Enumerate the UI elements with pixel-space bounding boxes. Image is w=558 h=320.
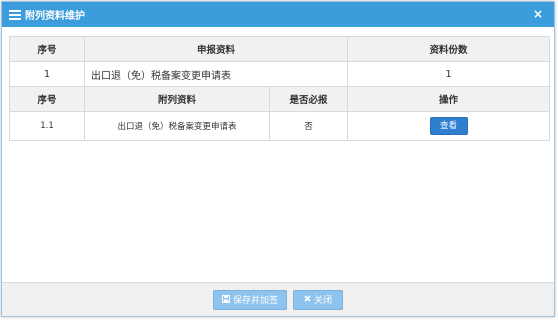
main-header-row: 序号 申报资料 资料份数 <box>9 36 551 62</box>
row-copies: 1 <box>347 61 551 87</box>
table-row: 1.1 出口退（免）税备案变更申请表 否 查看 <box>9 111 551 141</box>
row-index: 1 <box>9 61 85 87</box>
sub-row-action: 查看 <box>347 111 551 141</box>
subheader-index: 序号 <box>9 86 85 112</box>
header-declaration: 申报资料 <box>83 36 349 62</box>
dialog-titlebar: 附列资料维护 × <box>2 2 554 27</box>
subheader-required: 是否必报 <box>268 86 349 112</box>
subheader-action: 操作 <box>347 86 551 112</box>
subheader-attachment: 附列资料 <box>84 86 270 112</box>
sub-row-attachment-name: 出口退（免）税备案变更申请表 <box>84 111 270 141</box>
close-button[interactable]: 关闭 <box>293 289 343 310</box>
sub-row-required: 否 <box>268 111 349 141</box>
attachment-table: 序号 申报资料 资料份数 1 出口退（免）税备案变更申请表 1 序号 附列资料 … <box>9 36 551 141</box>
save-icon <box>221 294 230 305</box>
close-icon[interactable]: × <box>531 7 545 21</box>
content-area: 序号 申报资料 资料份数 1 出口退（免）税备案变更申请表 1 序号 附列资料 … <box>9 36 551 141</box>
header-index: 序号 <box>9 36 85 62</box>
save-and-sign-button[interactable]: 保存并加签 <box>213 289 287 310</box>
dialog-title: 附列资料维护 <box>25 11 85 22</box>
close-button-label: 关闭 <box>313 296 332 306</box>
row-declaration-name: 出口退（免）税备案变更申请表 <box>83 61 349 87</box>
dialog-footer: 保存并加签 关闭 <box>2 282 554 316</box>
close-icon <box>304 295 311 304</box>
dialog: 附列资料维护 × 序号 申报资料 资料份数 1 出口退（免）税备案变更申请表 1… <box>1 1 555 317</box>
sub-row-index: 1.1 <box>9 111 85 141</box>
sub-header-row: 序号 附列资料 是否必报 操作 <box>9 86 551 112</box>
save-button-label: 保存并加签 <box>232 296 278 306</box>
table-row: 1 出口退（免）税备案变更申请表 1 <box>9 61 551 87</box>
menu-icon <box>9 9 21 20</box>
header-copies: 资料份数 <box>347 36 551 62</box>
view-button[interactable]: 查看 <box>429 117 468 135</box>
